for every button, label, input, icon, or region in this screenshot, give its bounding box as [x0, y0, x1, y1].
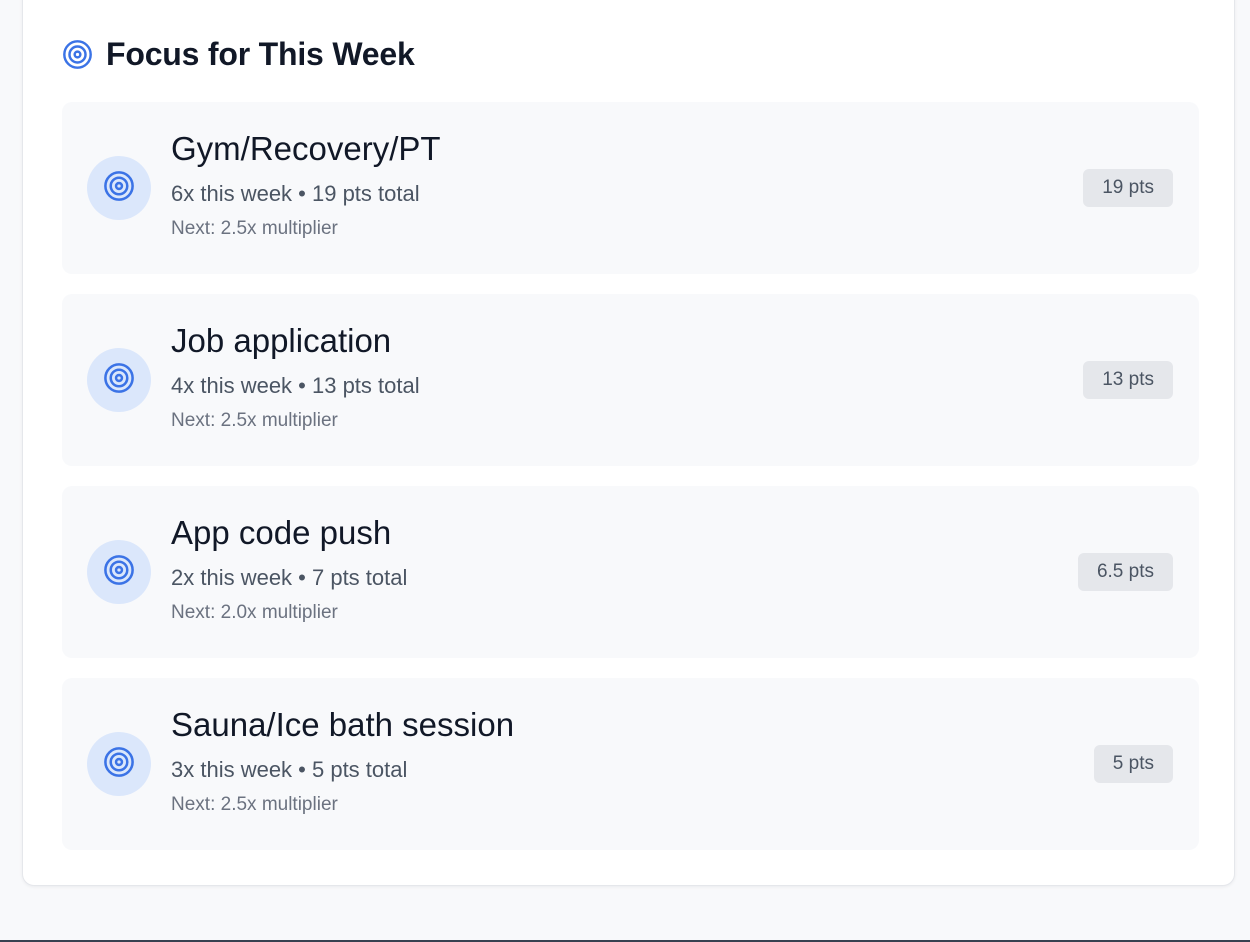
focus-item-sauna-ice-bath[interactable]: Sauna/Ice bath session 3x this week • 5 …	[62, 678, 1199, 850]
target-icon	[103, 362, 135, 399]
item-title: Sauna/Ice bath session	[171, 706, 515, 743]
focus-item-app-code-push[interactable]: App code push 2x this week • 7 pts total…	[62, 486, 1199, 658]
item-next-multiplier: Next: 2.5x multiplier	[171, 218, 338, 239]
target-icon	[103, 746, 135, 783]
points-badge: 13 pts	[1083, 361, 1173, 399]
item-next-multiplier: Next: 2.0x multiplier	[171, 602, 338, 623]
item-text: Job application 4x this week • 13 pts to…	[171, 322, 420, 433]
section-title: Focus for This Week	[106, 35, 415, 72]
target-icon	[103, 554, 135, 591]
item-text: App code push 2x this week • 7 pts total…	[171, 514, 407, 625]
points-badge: 19 pts	[1083, 169, 1173, 207]
item-stats: 2x this week • 7 pts total	[171, 565, 408, 590]
item-text: Sauna/Ice bath session 3x this week • 5 …	[171, 706, 514, 817]
points-badge: 5 pts	[1093, 745, 1173, 783]
focus-item-job-application[interactable]: Job application 4x this week • 13 pts to…	[62, 294, 1199, 466]
focus-item-gym-recovery-pt[interactable]: Gym/Recovery/PT 6x this week • 19 pts to…	[62, 102, 1199, 274]
item-stats: 4x this week • 13 pts total	[171, 373, 420, 398]
item-title: Job application	[171, 322, 392, 359]
focus-list: Gym/Recovery/PT 6x this week • 19 pts to…	[62, 102, 1199, 870]
item-icon-badge	[87, 348, 151, 412]
item-icon-badge	[87, 156, 151, 220]
item-next-multiplier: Next: 2.5x multiplier	[171, 794, 338, 815]
item-stats: 3x this week • 5 pts total	[171, 757, 408, 782]
focus-card: Focus for This Week Gym/Recovery/PT 6x t…	[22, 0, 1235, 886]
item-text: Gym/Recovery/PT 6x this week • 19 pts to…	[171, 130, 441, 241]
section-header: Focus for This Week	[62, 31, 415, 77]
item-next-multiplier: Next: 2.5x multiplier	[171, 410, 338, 431]
item-title: Gym/Recovery/PT	[171, 130, 441, 167]
target-icon	[103, 170, 135, 207]
item-icon-badge	[87, 732, 151, 796]
points-badge: 6.5 pts	[1077, 553, 1173, 591]
item-stats: 6x this week • 19 pts total	[171, 181, 420, 206]
item-title: App code push	[171, 514, 392, 551]
target-icon	[62, 39, 93, 70]
item-icon-badge	[87, 540, 151, 604]
